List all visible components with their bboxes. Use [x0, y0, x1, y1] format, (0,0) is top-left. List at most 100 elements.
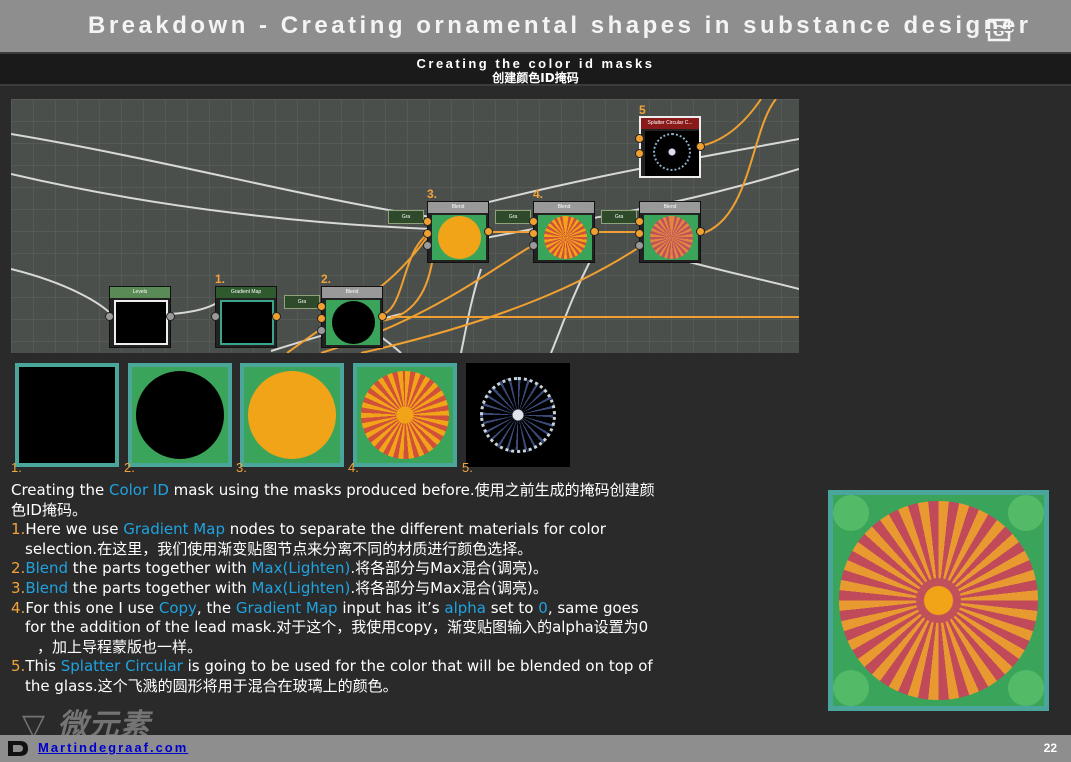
graph-step-label: 2.: [321, 272, 332, 286]
input-pin[interactable]: [635, 241, 644, 250]
page-number: 22: [1043, 741, 1057, 755]
gradient-mini-node[interactable]: Gra: [284, 295, 320, 309]
gradient-map-node[interactable]: Gradient Map: [215, 286, 277, 348]
input-pin[interactable]: [317, 314, 326, 323]
blend-node-4[interactable]: Blend: [533, 201, 595, 263]
node-title: Blend: [534, 202, 594, 213]
highlight-term: Max(Lighten): [251, 578, 351, 597]
node-title: Blend: [322, 287, 382, 298]
text-run: This: [25, 657, 61, 676]
graph-step-label: 5: [639, 103, 646, 117]
highlight-term: Splatter Circular: [60, 657, 183, 676]
node-preview: [326, 300, 380, 345]
node-preview: [220, 300, 274, 345]
node-preview: [114, 300, 168, 345]
input-pin[interactable]: [423, 217, 432, 226]
highlight-term: Color ID: [108, 481, 169, 499]
input-pin[interactable]: [105, 312, 114, 321]
step-1-text: 1.Here we use Gradient Map nodes to sepa…: [11, 520, 701, 540]
thumbnail-label: 2.: [124, 460, 135, 475]
step-number: 2.: [11, 559, 26, 578]
thumbnail-label: 1.: [11, 460, 22, 475]
thumbnail-label: 4.: [348, 460, 359, 475]
text-run: Creating the: [11, 481, 109, 499]
text-run: mask using the masks produced before.使用之…: [168, 481, 655, 499]
section-header: Creating the color id masks 创建颜色ID掩码: [0, 52, 1071, 86]
node-preview: [538, 215, 592, 260]
graph-step-label: 3.: [427, 187, 438, 201]
input-pin[interactable]: [635, 134, 644, 143]
text-run: the parts together with: [68, 578, 252, 597]
text-run: For this one I use: [25, 598, 159, 617]
text-run: , same goes: [547, 598, 639, 617]
substance-designer-icon: S: [986, 18, 1012, 42]
step-number: 5.: [11, 657, 26, 676]
input-pin[interactable]: [529, 217, 538, 226]
graph-step-label: 4.: [533, 187, 544, 201]
gradient-mini-node[interactable]: Gra: [388, 210, 424, 224]
input-pin[interactable]: [317, 302, 326, 311]
input-pin[interactable]: [423, 229, 432, 238]
node-title: Gradient Map: [216, 287, 276, 298]
output-pin[interactable]: [166, 312, 175, 321]
section-title-cn: 创建颜色ID掩码: [492, 71, 579, 85]
input-pin[interactable]: [529, 241, 538, 250]
step-4-text-cont: for the addition of the lead mask.对于这个，我…: [25, 618, 649, 637]
gradient-mini-node[interactable]: Gra: [495, 210, 531, 224]
step-1-text-cont: selection.在这里，我们使用渐变贴图节点来分离不同的材质进行颜色选择。: [25, 539, 533, 558]
text-run: input has it’s: [337, 598, 445, 617]
step-5-text: 5.This Splatter Circular is going to be …: [11, 657, 701, 677]
text-run: .将各部分与Max混合(调亮)。: [350, 559, 548, 578]
highlight-term: Max(Lighten): [251, 559, 351, 578]
step-number: 4.: [11, 598, 26, 617]
blend-node-3[interactable]: Blend: [427, 201, 489, 263]
node-title: Blend: [428, 202, 488, 213]
input-pin[interactable]: [529, 229, 538, 238]
step-3-text: 3.Blend the parts together with Max(Ligh…: [11, 579, 701, 599]
step-4-text: 4.For this one I use Copy, the Gradient …: [11, 599, 701, 619]
thumbnail-4-rose-window: [353, 363, 457, 467]
input-pin[interactable]: [635, 217, 644, 226]
node-title: Splatter Circular C...: [641, 118, 699, 129]
output-pin[interactable]: [590, 227, 599, 236]
step-4-text-cont-2: ，加上导程蒙版也一样。: [37, 637, 203, 656]
section-title-en: Creating the color id masks: [416, 56, 655, 71]
highlight-term: Blend: [25, 578, 69, 597]
input-pin[interactable]: [423, 241, 432, 250]
intro-paragraph-cont: 色ID掩码。: [11, 500, 87, 519]
highlight-term: Gradient Map: [235, 598, 338, 617]
highlight-term: Gradient Map: [123, 520, 225, 539]
blend-node-final[interactable]: Blend: [639, 201, 701, 263]
output-pin[interactable]: [272, 312, 281, 321]
output-pin[interactable]: [378, 312, 387, 321]
text-run: is going to be used for the color that w…: [182, 657, 653, 676]
page-title: Breakdown - Creating ornamental shapes i…: [88, 12, 1032, 39]
input-pin[interactable]: [317, 326, 326, 335]
thumbnail-3-orange-circle: [240, 363, 344, 467]
input-pin[interactable]: [211, 312, 220, 321]
node-title: Blend: [640, 202, 700, 213]
node-preview: [645, 131, 699, 176]
thumbnail-1-black-mask: [15, 363, 119, 467]
levels-node[interactable]: Levels: [109, 286, 171, 348]
node-title: Levels: [110, 287, 170, 298]
step-5-text-cont: the glass.这个飞溅的圆形将用于混合在玻璃上的颜色。: [25, 676, 398, 695]
graph-step-label: 1.: [215, 272, 226, 286]
node-preview: [644, 215, 698, 260]
output-pin[interactable]: [696, 142, 705, 151]
footer-bar: Martindegraaf.com 22: [0, 735, 1071, 762]
step-number: 3.: [11, 578, 26, 597]
final-color-id-result: [828, 490, 1049, 711]
thumbnail-2-black-circle: [128, 363, 232, 467]
blend-node-2[interactable]: Blend: [321, 286, 383, 348]
highlight-term: alpha: [444, 598, 486, 617]
output-pin[interactable]: [484, 227, 493, 236]
splatter-circular-node[interactable]: Splatter Circular C...: [639, 116, 701, 178]
output-pin[interactable]: [696, 227, 705, 236]
input-pin[interactable]: [635, 149, 644, 158]
text-run: the parts together with: [68, 559, 252, 578]
author-website-link[interactable]: Martindegraaf.com: [38, 740, 188, 755]
step-number: 1.: [11, 520, 26, 539]
gradient-mini-node[interactable]: Gra: [601, 210, 637, 224]
input-pin[interactable]: [635, 229, 644, 238]
